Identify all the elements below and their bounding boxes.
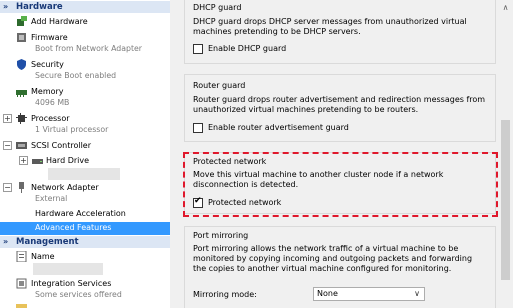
checkbox-label: Protected network [208, 197, 282, 207]
tree-item-subtitle: 4096 MB [35, 98, 70, 107]
integration-services-icon [16, 278, 27, 289]
checkbox-box[interactable]: ✔ [193, 195, 203, 208]
checkmark-icon: ✔ [194, 195, 202, 206]
protected-network-group: Protected network Move this virtual mach… [184, 152, 496, 214]
checkbox-box[interactable] [193, 43, 203, 54]
enable-dhcp-guard-checkbox[interactable]: Enable DHCP guard [193, 43, 286, 54]
add-hardware-icon [17, 16, 27, 26]
tree-item-label: Network Adapter [31, 183, 99, 192]
folder-icon [16, 304, 27, 308]
vertical-scrollbar[interactable]: ∧ [498, 0, 513, 308]
expand-icon[interactable]: + [19, 156, 28, 165]
settings-content: DHCP guard DHCP guard drops DHCP server … [176, 0, 498, 308]
shield-icon [17, 59, 26, 70]
enable-router-guard-checkbox[interactable]: Enable router advertisement guard [193, 122, 349, 133]
tree-item-subtitle: Boot from Network Adapter [35, 44, 143, 53]
scsi-controller-icon [16, 142, 27, 149]
tree-item-label: Security [31, 60, 64, 69]
router-guard-title: Router guard [193, 81, 246, 90]
management-section-header[interactable]: » Management [0, 236, 170, 248]
tree-item-label: Integration Services [31, 279, 112, 288]
collapse-chevron-icon[interactable]: » [3, 236, 8, 248]
firmware-icon [17, 33, 26, 42]
network-adapter-icon [19, 182, 24, 193]
checkbox-label: Enable router advertisement guard [208, 122, 349, 132]
tree-item-subtitle: Secure Boot enabled [35, 71, 117, 80]
dhcp-guard-group: DHCP guard DHCP guard drops DHCP server … [184, 0, 496, 64]
tree-item-label: Add Hardware [31, 17, 88, 26]
mirroring-mode-label: Mirroring mode: [193, 290, 257, 299]
hard-drive-icon [32, 159, 43, 164]
processor-icon [16, 113, 27, 124]
scroll-up-icon[interactable]: ∧ [500, 2, 511, 13]
mirroring-mode-dropdown[interactable]: None ∨ [313, 287, 425, 301]
tree-item-advanced-features[interactable]: Advanced Features [0, 222, 170, 235]
protected-network-title: Protected network [193, 157, 267, 166]
router-guard-description: Router guard drops router advertisement … [193, 95, 486, 114]
protected-network-description: Move this virtual machine to another clu… [193, 170, 444, 189]
tree-item-label: Memory [31, 87, 64, 96]
tree-item-subtitle: External [35, 194, 68, 203]
name-icon [16, 251, 27, 262]
port-mirroring-description: Port mirroring allows the network traffi… [193, 244, 473, 273]
settings-tree: » Hardware Add Hardware Firmware Boot fr… [0, 0, 170, 308]
tree-item-label: Processor [31, 114, 70, 123]
redacted-drive-path [48, 168, 120, 180]
chevron-down-icon: ∨ [414, 289, 420, 298]
tree-item-label: Hard Drive [46, 156, 90, 165]
redacted-vm-name [33, 263, 103, 275]
memory-icon [16, 90, 27, 97]
router-guard-group: Router guard Router guard drops router a… [184, 74, 496, 142]
expand-icon[interactable]: + [3, 114, 12, 123]
scrollbar-thumb[interactable] [501, 120, 510, 280]
dropdown-value: None [317, 289, 338, 298]
tree-item-label: SCSI Controller [31, 141, 91, 150]
tree-item-label: Advanced Features [35, 223, 112, 232]
tree-item-subtitle: Some services offered [35, 290, 122, 299]
tree-item-label: Name [31, 252, 55, 261]
collapse-chevron-icon[interactable]: » [3, 1, 8, 13]
hardware-section-header[interactable]: » Hardware [0, 1, 170, 13]
dhcp-guard-description: DHCP guard drops DHCP server messages fr… [193, 17, 467, 36]
hardware-header-label: Hardware [16, 2, 63, 12]
port-mirroring-group: Port mirroring Port mirroring allows the… [184, 226, 496, 308]
collapse-icon[interactable]: − [3, 141, 12, 150]
port-mirroring-title: Port mirroring [193, 231, 249, 240]
tree-item-subtitle: 1 Virtual processor [35, 125, 109, 134]
dhcp-guard-title: DHCP guard [193, 3, 242, 12]
tree-item-label: Firmware [31, 33, 68, 42]
collapse-icon[interactable]: − [3, 183, 12, 192]
protected-network-checkbox[interactable]: ✔ Protected network [193, 195, 282, 208]
checkbox-box[interactable] [193, 122, 203, 133]
management-header-label: Management [16, 237, 79, 247]
checkbox-label: Enable DHCP guard [208, 43, 287, 53]
tree-item-label: Hardware Acceleration [35, 209, 126, 218]
